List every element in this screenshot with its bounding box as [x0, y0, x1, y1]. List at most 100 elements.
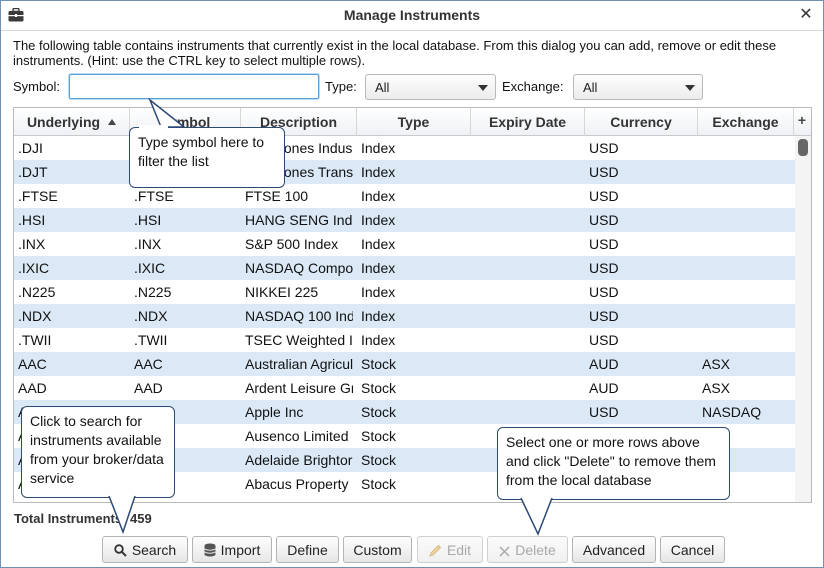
table-cell: Index	[361, 188, 396, 204]
column-header-type[interactable]: Type	[357, 108, 471, 136]
table-cell: USD	[589, 164, 619, 180]
table-cell: .TWII	[134, 332, 168, 348]
table-cell: Apple Inc	[245, 404, 304, 420]
table-cell: .TWII	[18, 332, 52, 348]
table-cell	[471, 136, 585, 160]
table-cell: .FTSE	[18, 188, 58, 204]
type-select-value: All	[375, 80, 390, 95]
table-cell	[471, 328, 585, 352]
chevron-down-icon	[685, 85, 695, 91]
cancel-button[interactable]: Cancel	[660, 536, 725, 563]
table-cell: Abacus Property	[245, 476, 349, 492]
dialog-title: Manage Instruments	[343, 7, 481, 23]
column-header-underlying[interactable]: Underlying	[14, 108, 130, 136]
table-cell	[471, 160, 585, 184]
exchange-select-value: All	[583, 80, 598, 95]
table-cell: USD	[589, 404, 619, 420]
table-cell	[698, 136, 794, 160]
table-row[interactable]: .NDX .NDX NASDAQ 100 Ind Index USD	[14, 304, 795, 328]
sort-ascending-icon	[108, 119, 117, 125]
advanced-button[interactable]: Advanced	[572, 536, 656, 563]
table-row[interactable]: .FTSE .FTSE FTSE 100 Index USD	[14, 184, 795, 208]
table-cell: USD	[589, 260, 619, 276]
scrollbar-thumb[interactable]	[798, 139, 808, 156]
plus-icon[interactable]: +	[795, 112, 809, 128]
table-cell	[698, 184, 794, 208]
table-row[interactable]: AAC AAC Australian Agricul Stock AUD ASX	[14, 352, 795, 376]
column-header-expiry-date[interactable]: Expiry Date	[471, 108, 585, 136]
table-cell: NASDAQ Compo	[245, 260, 353, 276]
table-cell: .IXIC	[134, 260, 166, 276]
type-select[interactable]: All	[365, 74, 496, 100]
table-cell: Index	[361, 164, 396, 180]
table-cell: Index	[361, 212, 396, 228]
table-cell: Index	[361, 332, 396, 348]
table-cell: AAD	[134, 380, 163, 396]
table-cell: NIKKEI 225	[245, 284, 319, 300]
table-cell: Australian Agricul	[245, 356, 353, 372]
table-row[interactable]: AAD AAD Ardent Leisure Gr Stock AUD ASX	[14, 376, 795, 400]
column-header-currency[interactable]: Currency	[585, 108, 698, 136]
table-cell	[698, 328, 794, 352]
define-button[interactable]: Define	[276, 536, 339, 563]
table-cell	[471, 208, 585, 232]
edit-button[interactable]: Edit	[417, 536, 483, 563]
callout-pointer-mask	[139, 125, 168, 129]
exchange-label: Exchange:	[502, 79, 564, 94]
delete-button[interactable]: Delete	[487, 536, 568, 563]
database-icon	[203, 540, 216, 565]
vertical-scrollbar[interactable]	[795, 136, 811, 502]
search-button[interactable]: Search	[102, 536, 188, 563]
table-row[interactable]: .TWII .TWII TSEC Weighted I Index USD	[14, 328, 795, 352]
table-cell: HANG SENG Ind	[245, 212, 353, 228]
column-header-exchange[interactable]: Exchange	[698, 108, 794, 136]
search-hint-callout: Click to search for instruments availabl…	[21, 406, 175, 498]
table-cell: .N225	[18, 284, 56, 300]
magnifier-icon	[114, 540, 127, 565]
delete-hint-callout: Select one or more rows above and click …	[497, 427, 730, 500]
table-cell	[698, 304, 794, 328]
table-cell	[698, 160, 794, 184]
table-cell: NASDAQ	[702, 404, 762, 420]
exchange-select[interactable]: All	[573, 74, 703, 100]
table-cell: USD	[589, 140, 619, 156]
table-cell: Adelaide Brightor	[245, 452, 353, 468]
symbol-input[interactable]	[69, 74, 319, 99]
symbol-label: Symbol:	[13, 79, 60, 94]
table-cell	[471, 256, 585, 280]
table-cell: Index	[361, 140, 396, 156]
chevron-down-icon	[478, 85, 488, 91]
type-label: Type:	[325, 79, 357, 94]
title-bar: Manage Instruments ✕	[1, 1, 823, 31]
table-row[interactable]: .N225 .N225 NIKKEI 225 Index USD	[14, 280, 795, 304]
table-cell: USD	[589, 188, 619, 204]
import-button[interactable]: Import	[192, 536, 272, 563]
table-cell: Stock	[361, 380, 397, 396]
table-cell	[471, 232, 585, 256]
table-cell	[471, 304, 585, 328]
table-cell: .NDX	[18, 308, 52, 324]
callout-pointer	[520, 496, 553, 536]
custom-button[interactable]: Custom	[343, 536, 412, 563]
table-row[interactable]: .IXIC .IXIC NASDAQ Compo Index USD	[14, 256, 795, 280]
table-row[interactable]: .HSI .HSI HANG SENG Ind Index USD	[14, 208, 795, 232]
table-cell: .HSI	[134, 212, 162, 228]
table-cell: AAD	[18, 380, 47, 396]
table-cell: AUD	[589, 356, 619, 372]
table-cell	[698, 280, 794, 304]
table-cell	[471, 376, 585, 400]
table-cell: .IXIC	[18, 260, 50, 276]
table-cell: .N225	[134, 284, 172, 300]
close-icon[interactable]: ✕	[797, 5, 815, 25]
table-cell: USD	[589, 212, 619, 228]
table-row[interactable]: .INX .INX S&P 500 Index Index USD	[14, 232, 795, 256]
table-cell	[471, 400, 585, 424]
table-cell: ASX	[702, 380, 731, 396]
table-cell	[471, 352, 585, 376]
table-cell: USD	[589, 332, 619, 348]
intro-text: The following table contains instruments…	[13, 38, 777, 68]
table-cell	[698, 208, 794, 232]
table-cell: .DJT	[18, 164, 48, 180]
table-cell: TSEC Weighted I	[245, 332, 353, 348]
table-cell: Ausenco Limited	[245, 428, 349, 444]
